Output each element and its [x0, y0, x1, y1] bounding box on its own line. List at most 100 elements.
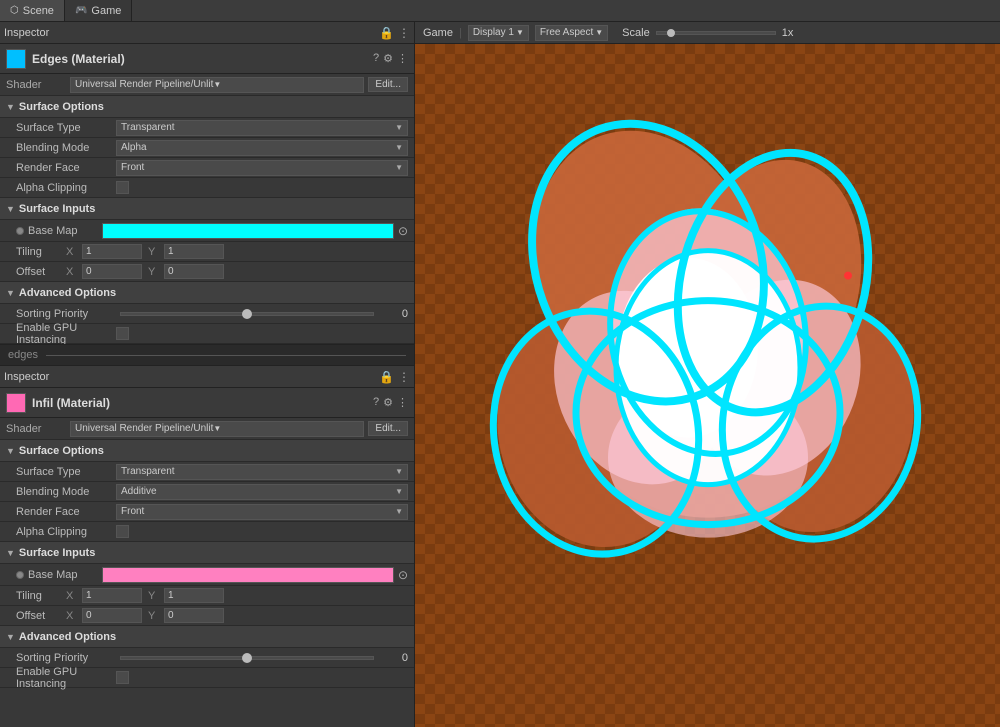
blending-mode-arrow-2: ▼ — [395, 487, 403, 496]
surface-type-dropdown-1[interactable]: Transparent ▼ — [116, 120, 408, 136]
render-face-value-2[interactable]: Front ▼ — [116, 504, 408, 520]
tiling-x-input-1[interactable] — [82, 244, 142, 259]
advanced-options-title-2: Advanced Options — [19, 631, 116, 643]
tiling-y-axis-1: Y — [148, 246, 158, 258]
blending-mode-dropdown-2[interactable]: Additive ▼ — [116, 484, 408, 500]
alpha-clipping-value-2[interactable] — [116, 525, 408, 538]
offset-x-axis-2: X — [66, 610, 76, 622]
enable-gpu-value-2[interactable] — [116, 671, 408, 684]
offset-y-input-1[interactable] — [164, 264, 224, 279]
lock-icon-2[interactable]: 🔒 — [379, 370, 394, 384]
material-header-2: Infil (Material) ? ⚙ ⋮ — [0, 388, 414, 418]
enable-gpu-checkbox-2[interactable] — [116, 671, 129, 684]
tiling-row-2: Tiling X Y — [0, 586, 414, 606]
enable-gpu-row-2: Enable GPU Instancing — [0, 668, 414, 688]
enable-gpu-value-1[interactable] — [116, 327, 408, 340]
help-icon-2[interactable]: ? — [373, 396, 379, 409]
right-panel: Game | Display 1 ▼ Free Aspect ▼ Scale 1… — [415, 22, 1000, 727]
enable-gpu-label-2: Enable GPU Instancing — [16, 666, 116, 690]
base-map-label-2: Base Map — [28, 569, 98, 581]
tiling-y-input-2[interactable] — [164, 588, 224, 603]
offset-x-input-1[interactable] — [82, 264, 142, 279]
offset-xy-2: X Y — [66, 608, 224, 623]
enable-gpu-checkbox-1[interactable] — [116, 327, 129, 340]
tiling-y-input-1[interactable] — [164, 244, 224, 259]
shader-edit-btn-1[interactable]: Edit... — [368, 77, 408, 92]
color-pick-icon-1[interactable]: ⊙ — [398, 224, 408, 238]
enable-gpu-label-1: Enable GPU Instancing — [16, 322, 116, 346]
divider-label: edges — [8, 349, 38, 361]
scale-value: 1x — [782, 27, 794, 39]
help-icon-1[interactable]: ? — [373, 52, 379, 65]
shader-row-2: Shader Universal Render Pipeline/Unlit ▼… — [0, 418, 414, 440]
surface-type-label-1: Surface Type — [16, 122, 116, 134]
advanced-options-arrow-2: ▼ — [6, 632, 15, 642]
tab-scene[interactable]: ⬡ Scene — [0, 0, 65, 21]
more-icon-1[interactable]: ⋮ — [398, 26, 410, 40]
alpha-clipping-checkbox-2[interactable] — [116, 525, 129, 538]
shader-dropdown-1[interactable]: Universal Render Pipeline/Unlit ▼ — [70, 77, 364, 93]
surface-inputs-header-1[interactable]: ▼ Surface Inputs — [0, 198, 414, 220]
base-map-dot-2 — [16, 571, 24, 579]
surface-inputs-header-2[interactable]: ▼ Surface Inputs — [0, 542, 414, 564]
offset-y-axis-2: Y — [148, 610, 158, 622]
aspect-label: Free Aspect — [540, 27, 593, 38]
surface-type-value-2[interactable]: Transparent ▼ — [116, 464, 408, 480]
settings-icon-1[interactable]: ⚙ — [383, 52, 393, 65]
inspector-titlebar-1: Inspector 🔒 ⋮ — [0, 22, 414, 44]
surface-type-value-1[interactable]: Transparent ▼ — [116, 120, 408, 136]
menu-icon-2[interactable]: ⋮ — [397, 396, 408, 409]
blending-mode-dropdown-1[interactable]: Alpha ▼ — [116, 140, 408, 156]
blending-mode-value-1[interactable]: Alpha ▼ — [116, 140, 408, 156]
main-layout: Inspector 🔒 ⋮ Edges (Material) ? ⚙ ⋮ Sha… — [0, 22, 1000, 727]
offset-x-input-2[interactable] — [82, 608, 142, 623]
offset-y-input-2[interactable] — [164, 608, 224, 623]
settings-icon-2[interactable]: ⚙ — [383, 396, 393, 409]
aspect-arrow: ▼ — [595, 28, 603, 37]
base-map-row-1: Base Map ⊙ — [0, 220, 414, 242]
render-face-value-1[interactable]: Front ▼ — [116, 160, 408, 176]
aspect-dropdown[interactable]: Free Aspect ▼ — [535, 25, 608, 41]
sorting-priority-slider-1[interactable] — [120, 312, 374, 316]
more-icon-2[interactable]: ⋮ — [398, 370, 410, 384]
tab-game[interactable]: 🎮 Game — [65, 0, 132, 21]
shader-dropdown-2[interactable]: Universal Render Pipeline/Unlit ▼ — [70, 421, 364, 437]
lock-icon-1[interactable]: 🔒 — [379, 26, 394, 40]
base-map-color-1[interactable] — [102, 223, 394, 239]
tiling-xy-2: X Y — [66, 588, 224, 603]
alpha-clipping-row-2: Alpha Clipping — [0, 522, 414, 542]
material-name-2: Infil (Material) — [32, 396, 367, 410]
offset-label-2: Offset — [16, 610, 66, 622]
advanced-options-header-2[interactable]: ▼ Advanced Options — [0, 626, 414, 648]
game-toolbar-sep1: | — [459, 27, 462, 39]
surface-options-title-1: Surface Options — [19, 101, 104, 113]
surface-options-header-2[interactable]: ▼ Surface Options — [0, 440, 414, 462]
color-pick-icon-2[interactable]: ⊙ — [398, 568, 408, 582]
alpha-clipping-value-1[interactable] — [116, 181, 408, 194]
blending-mode-arrow-1: ▼ — [395, 143, 403, 152]
scale-slider[interactable] — [656, 31, 776, 35]
offset-row-2: Offset X Y — [0, 606, 414, 626]
advanced-options-header-1[interactable]: ▼ Advanced Options — [0, 282, 414, 304]
display-dropdown[interactable]: Display 1 ▼ — [468, 25, 529, 41]
inspector-panel-2: Inspector 🔒 ⋮ Infil (Material) ? ⚙ ⋮ Sha… — [0, 366, 414, 688]
base-map-color-2[interactable] — [102, 567, 394, 583]
tiling-x-input-2[interactable] — [82, 588, 142, 603]
blending-mode-value-2[interactable]: Additive ▼ — [116, 484, 408, 500]
shader-edit-btn-2[interactable]: Edit... — [368, 421, 408, 436]
sorting-priority-slider-2[interactable] — [120, 656, 374, 660]
advanced-options-title-1: Advanced Options — [19, 287, 116, 299]
top-bar: ⬡ Scene 🎮 Game — [0, 0, 1000, 22]
game-label: Game — [423, 27, 453, 39]
alpha-clipping-checkbox-1[interactable] — [116, 181, 129, 194]
material-swatch-2 — [6, 393, 26, 413]
menu-icon-1[interactable]: ⋮ — [397, 52, 408, 65]
inspector-title-2: Inspector — [4, 371, 375, 383]
render-face-dropdown-1[interactable]: Front ▼ — [116, 160, 408, 176]
surface-type-dropdown-2[interactable]: Transparent ▼ — [116, 464, 408, 480]
surface-options-header-1[interactable]: ▼ Surface Options — [0, 96, 414, 118]
material-name-1: Edges (Material) — [32, 52, 367, 66]
render-face-dropdown-2[interactable]: Front ▼ — [116, 504, 408, 520]
offset-label-1: Offset — [16, 266, 66, 278]
tiling-x-axis-1: X — [66, 246, 76, 258]
